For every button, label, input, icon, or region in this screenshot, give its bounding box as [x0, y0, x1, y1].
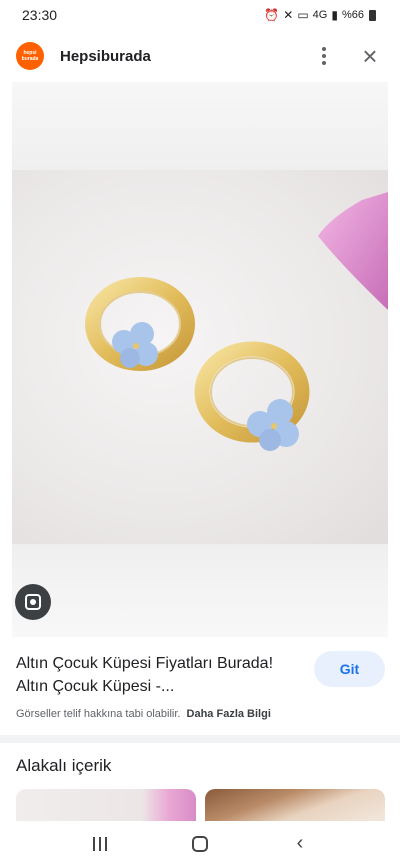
- section-divider: [0, 735, 400, 743]
- network-type: 4G: [312, 9, 328, 21]
- mute-icon: ✕: [283, 8, 294, 22]
- alarm-icon: ⏰: [264, 8, 280, 22]
- image-padding-top: [12, 82, 388, 170]
- visit-button[interactable]: Git: [314, 651, 385, 687]
- signal-icon: ▮: [331, 8, 338, 22]
- lens-search-button[interactable]: [15, 584, 51, 620]
- battery-icon: [369, 9, 376, 21]
- earring-left: [85, 277, 195, 371]
- home-icon: [192, 835, 208, 852]
- site-name[interactable]: Hepsiburada: [60, 48, 310, 65]
- pink-fabric: [318, 192, 388, 310]
- image-padding-bottom: [12, 544, 388, 637]
- close-icon[interactable]: ×: [356, 42, 384, 70]
- back-icon: ‹: [296, 832, 304, 854]
- site-logo[interactable]: hepsi burada: [16, 42, 44, 70]
- hd-icon: ▭: [297, 8, 309, 22]
- more-vert-icon[interactable]: [310, 42, 338, 70]
- more-info-link[interactable]: Daha Fazla Bilgi: [187, 708, 271, 720]
- related-thumbnail[interactable]: [16, 789, 196, 823]
- image-preview[interactable]: [12, 82, 388, 637]
- system-nav-bar: ‹: [0, 821, 400, 866]
- back-button[interactable]: ‹: [280, 824, 320, 864]
- copyright-text: Görseller telif hakkına tabi olabilir.: [16, 708, 181, 720]
- result-info: Altın Çocuk Küpesi Fiyatları Burada! Alt…: [0, 637, 400, 735]
- viewer-top-bar: hepsi burada Hepsiburada ×: [0, 30, 400, 82]
- recents-icon: [93, 836, 107, 851]
- home-button[interactable]: [180, 824, 220, 864]
- status-bar: 23:30 ⏰ ✕ ▭ 4G ▮ %66: [0, 0, 400, 30]
- copyright-notice: Görseller telif hakkına tabi olabilir. D…: [16, 708, 271, 720]
- status-icons: ⏰ ✕ ▭ 4G ▮ %66: [264, 8, 376, 22]
- earrings-photo: [12, 170, 388, 544]
- lens-icon: [25, 594, 41, 610]
- earring-right: [194, 341, 310, 451]
- related-title: Alakalı içerik: [16, 756, 112, 775]
- battery-level: %66: [341, 9, 364, 21]
- recents-button[interactable]: [80, 824, 120, 864]
- status-time: 23:30: [22, 7, 58, 23]
- related-thumbnail[interactable]: [205, 789, 385, 823]
- result-title[interactable]: Altın Çocuk Küpesi Fiyatları Burada! Alt…: [16, 652, 286, 698]
